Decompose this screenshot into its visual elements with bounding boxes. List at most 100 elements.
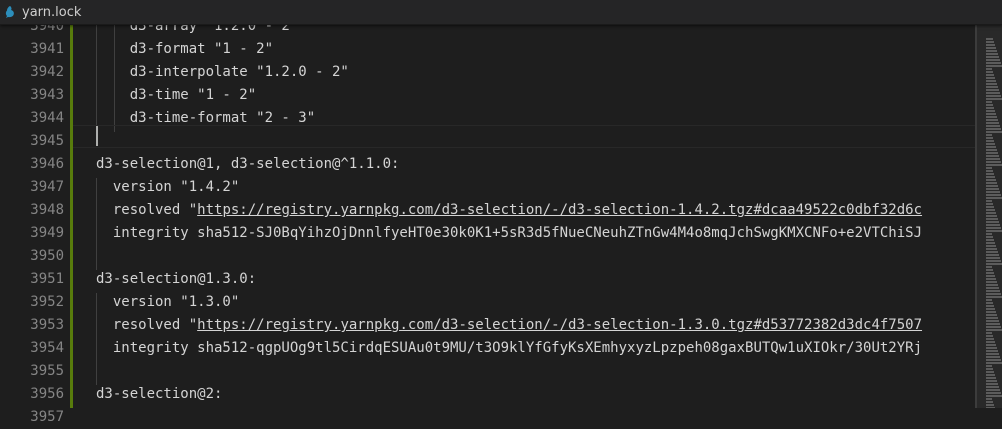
- minimap-line: [986, 377, 996, 379]
- minimap-line: [986, 209, 995, 211]
- minimap-line: [986, 290, 1000, 292]
- minimap-line: [986, 227, 1001, 229]
- minimap-line: [986, 281, 997, 283]
- minimap-line: [986, 263, 1002, 265]
- minimap-line: [986, 53, 998, 55]
- resolved-url-link[interactable]: https://registry.yarnpkg.com/d3-selectio…: [197, 317, 922, 333]
- line-number: 3944: [30, 110, 64, 126]
- minimap-line: [986, 149, 997, 151]
- minimap-line: [986, 257, 1000, 259]
- minimap-line: [986, 158, 1000, 160]
- minimap-line: [986, 203, 993, 205]
- minimap-line: [986, 383, 998, 385]
- code-line: integrity sha512-qgpUOg9tl5CirdqESUAu0t9…: [96, 340, 923, 356]
- minimap-line: [986, 365, 992, 367]
- yarn-icon: [5, 6, 14, 18]
- minimap-line: [986, 317, 998, 319]
- minimap-line: [986, 386, 999, 388]
- minimap-line: [986, 173, 994, 175]
- minimap-line: [986, 83, 997, 85]
- minimap-line: [986, 152, 998, 154]
- code-editor[interactable]: d3-array "1.2.0 - 2" d3-format "1 - 2" d…: [73, 24, 975, 408]
- minimap-line: [986, 350, 998, 352]
- minimap-line: [986, 362, 1002, 364]
- minimap-line: [986, 134, 992, 136]
- minimap-line: [986, 275, 995, 277]
- minimap-line: [986, 44, 995, 46]
- minimap-line: [986, 248, 997, 250]
- minimap-line: [986, 296, 1002, 298]
- minimap-line: [986, 98, 1002, 100]
- code-line: d3-interpolate "1.2.0 - 2": [96, 64, 349, 80]
- minimap-line: [986, 137, 993, 139]
- minimap-line: [986, 371, 994, 373]
- line-number: 3943: [30, 87, 64, 103]
- resolved-key: resolved ": [96, 202, 198, 218]
- minimap-line: [986, 389, 1000, 391]
- minimap-line: [986, 143, 995, 145]
- code-line: resolved "https://registry.yarnpkg.com/d…: [96, 199, 922, 222]
- minimap-line: [986, 323, 1000, 325]
- line-number: 3945: [30, 133, 64, 149]
- minimap-line: [986, 329, 1002, 331]
- code-line: d3-array "1.2.0 - 2": [96, 24, 299, 34]
- minimap[interactable]: [977, 24, 1002, 408]
- line-number: 3941: [30, 41, 64, 57]
- minimap-line: [986, 278, 996, 280]
- minimap-line: [986, 215, 997, 217]
- minimap-line: [986, 125, 1000, 127]
- minimap-line: [986, 176, 995, 178]
- minimap-line: [986, 50, 997, 52]
- minimap-line: [986, 287, 999, 289]
- minimap-line: [986, 185, 998, 187]
- minimap-line: [986, 191, 1000, 193]
- line-number: 3954: [30, 340, 64, 356]
- minimap-line: [986, 41, 994, 43]
- minimap-line: [986, 320, 999, 322]
- minimap-line: [986, 128, 1001, 130]
- minimap-line: [986, 359, 1001, 361]
- minimap-line: [986, 398, 992, 400]
- line-number: 3952: [30, 294, 64, 310]
- line-number: 3957: [30, 409, 64, 425]
- code-line: d3-format "1 - 2": [96, 41, 274, 57]
- minimap-line: [986, 161, 1001, 163]
- minimap-line: [986, 71, 993, 73]
- minimap-line: [986, 224, 1000, 226]
- minimap-line: [986, 305, 994, 307]
- minimap-line: [986, 131, 1002, 133]
- minimap-line: [986, 335, 993, 337]
- minimap-line: [986, 212, 996, 214]
- resolved-url-link[interactable]: https://registry.yarnpkg.com/d3-selectio…: [197, 202, 922, 218]
- minimap-line: [986, 59, 1000, 61]
- minimap-line: [986, 218, 998, 220]
- minimap-line: [986, 110, 995, 112]
- minimap-line: [986, 167, 992, 169]
- minimap-line: [986, 302, 993, 304]
- minimap-line: [986, 86, 998, 88]
- minimap-line: [986, 119, 998, 121]
- minimap-line: [986, 332, 992, 334]
- minimap-line: [986, 140, 994, 142]
- minimap-line: [986, 368, 993, 370]
- minimap-line: [986, 92, 1000, 94]
- line-number: 3946: [30, 156, 64, 172]
- minimap-line: [986, 254, 999, 256]
- minimap-line: [986, 236, 993, 238]
- minimap-line: [986, 311, 996, 313]
- code-line: integrity sha512-SJ0BqYihzOjDnnlfyeHT0e3…: [96, 225, 923, 241]
- minimap-line: [986, 164, 1002, 166]
- line-number-gutter: 3940 3941 3942 3943 3944 3945 3946 3947 3948 3949…: [0, 18, 70, 425]
- minimap-line: [986, 269, 993, 271]
- minimap-line: [986, 101, 992, 103]
- minimap-line: [986, 260, 1001, 262]
- minimap-line: [986, 74, 994, 76]
- minimap-line: [986, 200, 992, 202]
- code-line: version "1.4.2": [96, 179, 240, 195]
- tab-yarn-lock[interactable]: yarn.lock: [0, 0, 91, 24]
- minimap-line: [986, 251, 998, 253]
- minimap-line: [986, 272, 994, 274]
- minimap-line: [986, 284, 998, 286]
- minimap-line: [986, 239, 994, 241]
- resolved-key: resolved ": [96, 317, 198, 333]
